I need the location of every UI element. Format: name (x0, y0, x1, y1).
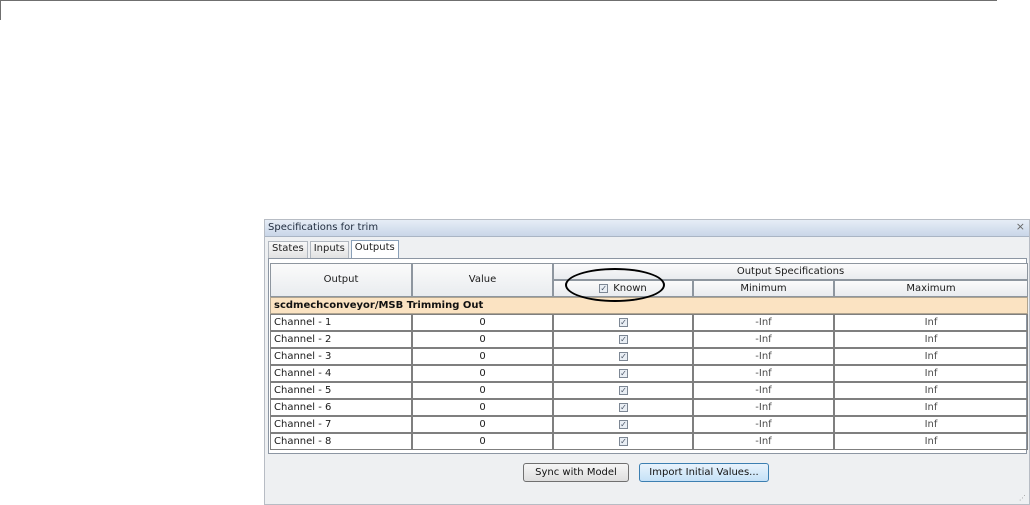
tab-states[interactable]: States (268, 241, 308, 258)
header-value[interactable]: Value (412, 263, 553, 297)
panel-titlebar: Specifications for trim × (265, 220, 1029, 237)
specifications-panel: Specifications for trim × States Inputs … (264, 219, 1030, 505)
close-icon[interactable]: × (1016, 220, 1025, 233)
cell-output-name[interactable]: Channel - 4 (270, 365, 412, 382)
known-checkbox[interactable]: ✓ (619, 437, 628, 446)
cell-value[interactable]: 0 (412, 365, 553, 382)
import-initial-values-button[interactable]: Import Initial Values... (639, 463, 769, 482)
cell-value[interactable]: 0 (412, 314, 553, 331)
cell-output-name[interactable]: Channel - 3 (270, 348, 412, 365)
cell-maximum[interactable]: Inf (834, 348, 1028, 365)
cell-known[interactable]: ✓ (553, 416, 693, 433)
cell-value[interactable]: 0 (412, 382, 553, 399)
cell-maximum[interactable]: Inf (834, 399, 1028, 416)
cell-output-name[interactable]: Channel - 5 (270, 382, 412, 399)
page-left-tick (0, 0, 1, 20)
cell-minimum[interactable]: -Inf (693, 416, 834, 433)
cell-maximum[interactable]: Inf (834, 433, 1028, 450)
cell-output-name[interactable]: Channel - 2 (270, 331, 412, 348)
cell-maximum[interactable]: Inf (834, 382, 1028, 399)
tab-inputs[interactable]: Inputs (309, 241, 349, 258)
cell-value[interactable]: 0 (412, 331, 553, 348)
cell-minimum[interactable]: -Inf (693, 433, 834, 450)
cell-known[interactable]: ✓ (553, 314, 693, 331)
cell-minimum[interactable]: -Inf (693, 382, 834, 399)
tab-outputs[interactable]: Outputs (350, 240, 399, 259)
header-maximum[interactable]: Maximum (834, 280, 1028, 297)
known-checkbox[interactable]: ✓ (619, 420, 628, 429)
tab-strip: States Inputs Outputs (268, 240, 401, 259)
page-top-rule (0, 0, 997, 1)
cell-value[interactable]: 0 (412, 416, 553, 433)
cell-value[interactable]: 0 (412, 348, 553, 365)
cell-output-name[interactable]: Channel - 7 (270, 416, 412, 433)
cell-known[interactable]: ✓ (553, 433, 693, 450)
cell-minimum[interactable]: -Inf (693, 331, 834, 348)
cell-maximum[interactable]: Inf (834, 314, 1028, 331)
known-annotation-ellipse (565, 268, 665, 302)
known-checkbox[interactable]: ✓ (619, 386, 628, 395)
cell-output-name[interactable]: Channel - 1 (270, 314, 412, 331)
known-checkbox[interactable]: ✓ (619, 369, 628, 378)
cell-minimum[interactable]: -Inf (693, 314, 834, 331)
group-row[interactable]: scdmechconveyor/MSB Trimming Out (270, 297, 1028, 314)
sync-with-model-button[interactable]: Sync with Model (523, 463, 629, 482)
panel-title: Specifications for trim (268, 222, 379, 233)
cell-known[interactable]: ✓ (553, 382, 693, 399)
resize-grip-icon[interactable]: ⋰ (1019, 494, 1027, 502)
known-checkbox[interactable]: ✓ (619, 318, 628, 327)
cell-output-name[interactable]: Channel - 6 (270, 399, 412, 416)
cell-known[interactable]: ✓ (553, 348, 693, 365)
cell-minimum[interactable]: -Inf (693, 399, 834, 416)
cell-minimum[interactable]: -Inf (693, 365, 834, 382)
cell-value[interactable]: 0 (412, 399, 553, 416)
known-checkbox[interactable]: ✓ (619, 352, 628, 361)
cell-known[interactable]: ✓ (553, 365, 693, 382)
header-output[interactable]: Output (270, 263, 412, 297)
cell-minimum[interactable]: -Inf (693, 348, 834, 365)
cell-known[interactable]: ✓ (553, 331, 693, 348)
cell-value[interactable]: 0 (412, 433, 553, 450)
cell-maximum[interactable]: Inf (834, 365, 1028, 382)
known-checkbox[interactable]: ✓ (619, 335, 628, 344)
header-minimum[interactable]: Minimum (693, 280, 834, 297)
cell-output-name[interactable]: Channel - 8 (270, 433, 412, 450)
known-checkbox[interactable]: ✓ (619, 403, 628, 412)
cell-maximum[interactable]: Inf (834, 331, 1028, 348)
cell-maximum[interactable]: Inf (834, 416, 1028, 433)
cell-known[interactable]: ✓ (553, 399, 693, 416)
